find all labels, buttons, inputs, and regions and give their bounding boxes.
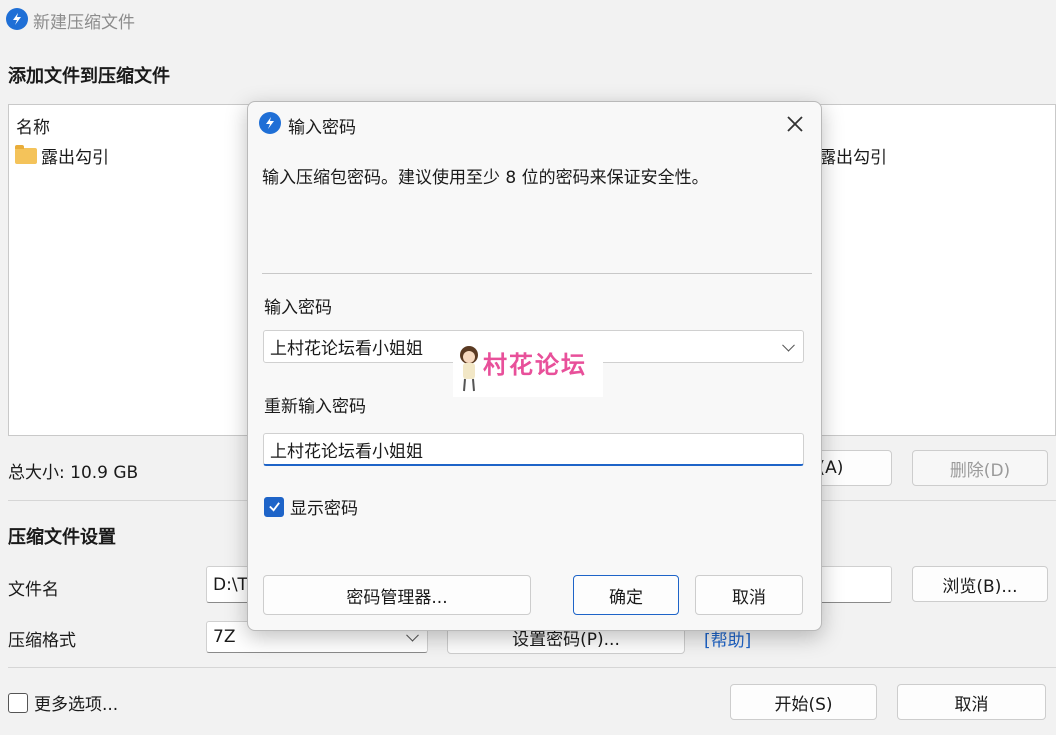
more-options-checkbox[interactable] xyxy=(8,692,28,713)
watermark-text: 村花论坛 xyxy=(483,351,587,379)
more-options-toggle[interactable]: 更多选项... xyxy=(8,690,118,715)
column-header-name[interactable]: 名称 xyxy=(16,113,50,138)
format-label: 压缩格式 xyxy=(8,631,76,651)
cancel-button[interactable]: 取消 xyxy=(897,684,1046,720)
list-item[interactable]: 露出勾引 xyxy=(15,143,109,168)
watermark: 村花论坛 xyxy=(453,339,603,397)
password-value: 上村花论坛看小姐姐 xyxy=(270,339,423,359)
settings-heading: 压缩文件设置 xyxy=(8,527,116,548)
list-item-name-right[interactable]: 露出勾引 xyxy=(819,143,887,168)
dialog-title: 输入密码 xyxy=(288,118,356,138)
start-button[interactable]: 开始(S) xyxy=(730,684,877,720)
total-size: 总大小: 10.9 GB xyxy=(8,463,139,483)
divider xyxy=(262,273,812,274)
title-bar: 新建压缩文件 xyxy=(0,0,1056,40)
close-icon[interactable] xyxy=(782,111,808,137)
cartoon-girl-icon xyxy=(460,346,478,392)
app-logo-icon xyxy=(6,8,28,30)
list-item-name: 露出勾引 xyxy=(41,148,109,168)
delete-button: 删除(D) xyxy=(912,450,1048,486)
browse-button[interactable]: 浏览(B)... xyxy=(912,566,1048,602)
reenter-password-input[interactable]: 上村花论坛看小姐姐 xyxy=(263,433,804,466)
divider xyxy=(8,667,1056,668)
dialog-title-bar: 输入密码 xyxy=(248,102,821,146)
show-password-toggle[interactable]: 显示密码 xyxy=(264,494,358,519)
show-password-label: 显示密码 xyxy=(290,499,358,519)
ok-button[interactable]: 确定 xyxy=(573,575,679,615)
reenter-password-label: 重新输入密码 xyxy=(264,397,366,417)
format-value: 7Z xyxy=(213,627,236,647)
filename-label: 文件名 xyxy=(8,580,59,600)
password-label: 输入密码 xyxy=(264,298,332,318)
chevron-down-icon[interactable] xyxy=(782,338,795,352)
show-password-checkbox[interactable] xyxy=(264,496,284,517)
app-logo-icon xyxy=(259,112,281,134)
dialog-description: 输入压缩包密码。建议使用至少 8 位的密码来保证安全性。 xyxy=(262,168,709,188)
dialog-cancel-button[interactable]: 取消 xyxy=(695,575,803,615)
window-title: 新建压缩文件 xyxy=(33,13,135,33)
folder-icon xyxy=(15,144,37,164)
password-manager-button[interactable]: 密码管理器... xyxy=(263,575,531,615)
add-files-heading: 添加文件到压缩文件 xyxy=(8,66,170,87)
more-options-label: 更多选项... xyxy=(34,695,119,715)
